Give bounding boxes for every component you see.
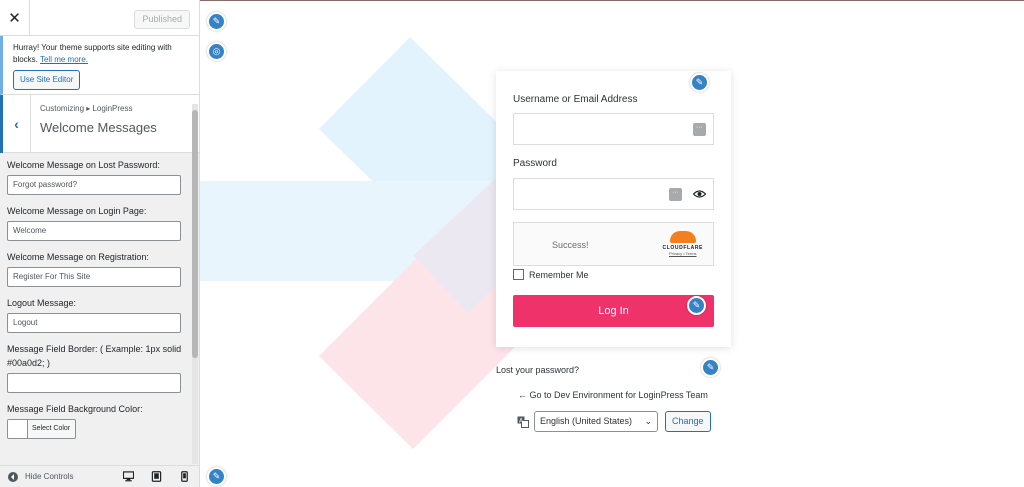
change-language-button[interactable]: Change — [665, 411, 711, 432]
password-manager-icon[interactable]: ··· — [693, 123, 706, 136]
control-registration-message: Welcome Message on Registration: Registe… — [0, 250, 192, 287]
chevron-down-icon: ⌄ — [644, 416, 652, 426]
username-input[interactable]: ··· — [513, 113, 714, 145]
customizer-footer: Hide Controls — [0, 465, 199, 487]
hide-controls-button[interactable]: Hide Controls — [8, 471, 74, 482]
section-title: Welcome Messages — [40, 120, 157, 135]
message-field-border-input[interactable] — [7, 373, 181, 393]
login-page-message-input[interactable]: Welcome — [7, 221, 181, 241]
color-swatch — [8, 420, 28, 438]
cloudflare-logo: CLOUDFLARE Privacy • Terms — [663, 231, 703, 256]
published-button[interactable]: Published — [134, 10, 190, 29]
breadcrumb: Customizing ▸ LoginPress — [40, 104, 133, 113]
lost-password-message-input[interactable]: Forgot password? — [7, 175, 181, 195]
registration-message-input[interactable]: Register For This Site — [7, 267, 181, 287]
field-label: Welcome Message on Lost Password: — [7, 160, 160, 170]
section-header: ‹ Customizing ▸ LoginPress Welcome Messa… — [0, 95, 199, 153]
site-editor-notice: Hurray! Your theme supports site editing… — [0, 36, 199, 95]
field-label: Message Field Background Color: — [7, 404, 143, 414]
edit-form-pencil-icon[interactable]: ✎ — [690, 73, 709, 92]
control-login-page-message: Welcome Message on Login Page: Welcome — [0, 204, 192, 241]
control-message-field-border: Message Field Border: ( Example: 1px sol… — [0, 342, 192, 393]
captcha-status: Success! — [552, 240, 589, 250]
customizer-header: ✕ Published — [0, 0, 199, 36]
mobile-preview-icon[interactable] — [179, 471, 190, 482]
edit-links-pencil-icon[interactable]: ✎ — [701, 358, 720, 377]
remember-me[interactable]: Remember Me — [513, 269, 589, 280]
desktop-preview-icon[interactable] — [123, 471, 134, 482]
edit-footer-pencil-icon[interactable]: ✎ — [207, 467, 226, 486]
language-switcher: A English (United States) ⌄ Change — [517, 411, 711, 432]
field-label: Logout Message: — [7, 298, 77, 308]
password-manager-icon[interactable]: ··· — [669, 188, 682, 201]
select-color-button[interactable]: Select Color — [7, 419, 76, 439]
scrollbar-thumb[interactable] — [192, 110, 198, 358]
back-button[interactable]: ‹ — [0, 95, 31, 153]
collapse-icon — [8, 471, 18, 482]
field-label: Welcome Message on Login Page: — [7, 206, 147, 216]
edit-background-icon[interactable]: ◎ — [207, 42, 226, 61]
close-customizer-button[interactable]: ✕ — [0, 0, 30, 36]
chevron-left-icon: ‹ — [14, 116, 19, 132]
customizer-sidebar: ✕ Published Hurray! Your theme supports … — [0, 0, 200, 487]
logout-message-input[interactable]: Logout — [7, 313, 181, 333]
tell-me-more-link[interactable]: Tell me more. — [40, 55, 88, 64]
field-label: Welcome Message on Registration: — [7, 252, 149, 262]
select-color-label: Select Color — [32, 425, 71, 432]
controls-list: Welcome Message on Lost Password: Forgot… — [0, 154, 192, 464]
tablet-preview-icon[interactable] — [151, 471, 162, 482]
translation-icon: A — [517, 416, 529, 428]
control-lost-password-message: Welcome Message on Lost Password: Forgot… — [0, 158, 192, 195]
remember-me-label: Remember Me — [529, 269, 589, 280]
language-selected: English (United States) — [540, 416, 633, 426]
username-label: Username or Email Address — [513, 94, 638, 105]
remember-me-checkbox[interactable] — [513, 269, 524, 280]
cloudflare-turnstile[interactable]: Success! CLOUDFLARE Privacy • Terms — [513, 222, 714, 266]
lost-password-link[interactable]: Lost your password? — [496, 365, 579, 375]
field-label: Message Field Border: ( Example: 1px sol… — [7, 344, 182, 368]
login-form-card: Username or Email Address ··· Password ·… — [496, 71, 731, 347]
back-to-site-link[interactable]: ← Go to Dev Environment for LoginPress T… — [518, 390, 708, 400]
language-select[interactable]: English (United States) ⌄ — [534, 411, 658, 432]
log-in-button[interactable]: Log In — [513, 295, 714, 327]
control-logout-message: Logout Message: Logout — [0, 296, 192, 333]
password-label: Password — [513, 158, 557, 169]
notice-text: Hurray! Your theme supports site editing… — [13, 43, 172, 64]
privacy-terms-links[interactable]: Privacy • Terms — [663, 251, 703, 256]
edit-logo-pencil-icon[interactable]: ✎ — [207, 12, 226, 31]
show-password-eye-icon[interactable] — [693, 189, 706, 199]
edit-button-pencil-icon[interactable]: ✎ — [687, 296, 706, 315]
hide-controls-label: Hide Controls — [25, 472, 74, 481]
customizer-preview: ✎ ◎ ✎ Username or Email Address ··· Pass… — [200, 0, 1024, 487]
use-site-editor-button[interactable]: Use Site Editor — [13, 70, 81, 90]
control-message-field-bg-color: Message Field Background Color: Select C… — [0, 402, 192, 439]
password-input[interactable]: ··· — [513, 178, 714, 210]
cloudflare-cloud-icon — [669, 231, 696, 243]
